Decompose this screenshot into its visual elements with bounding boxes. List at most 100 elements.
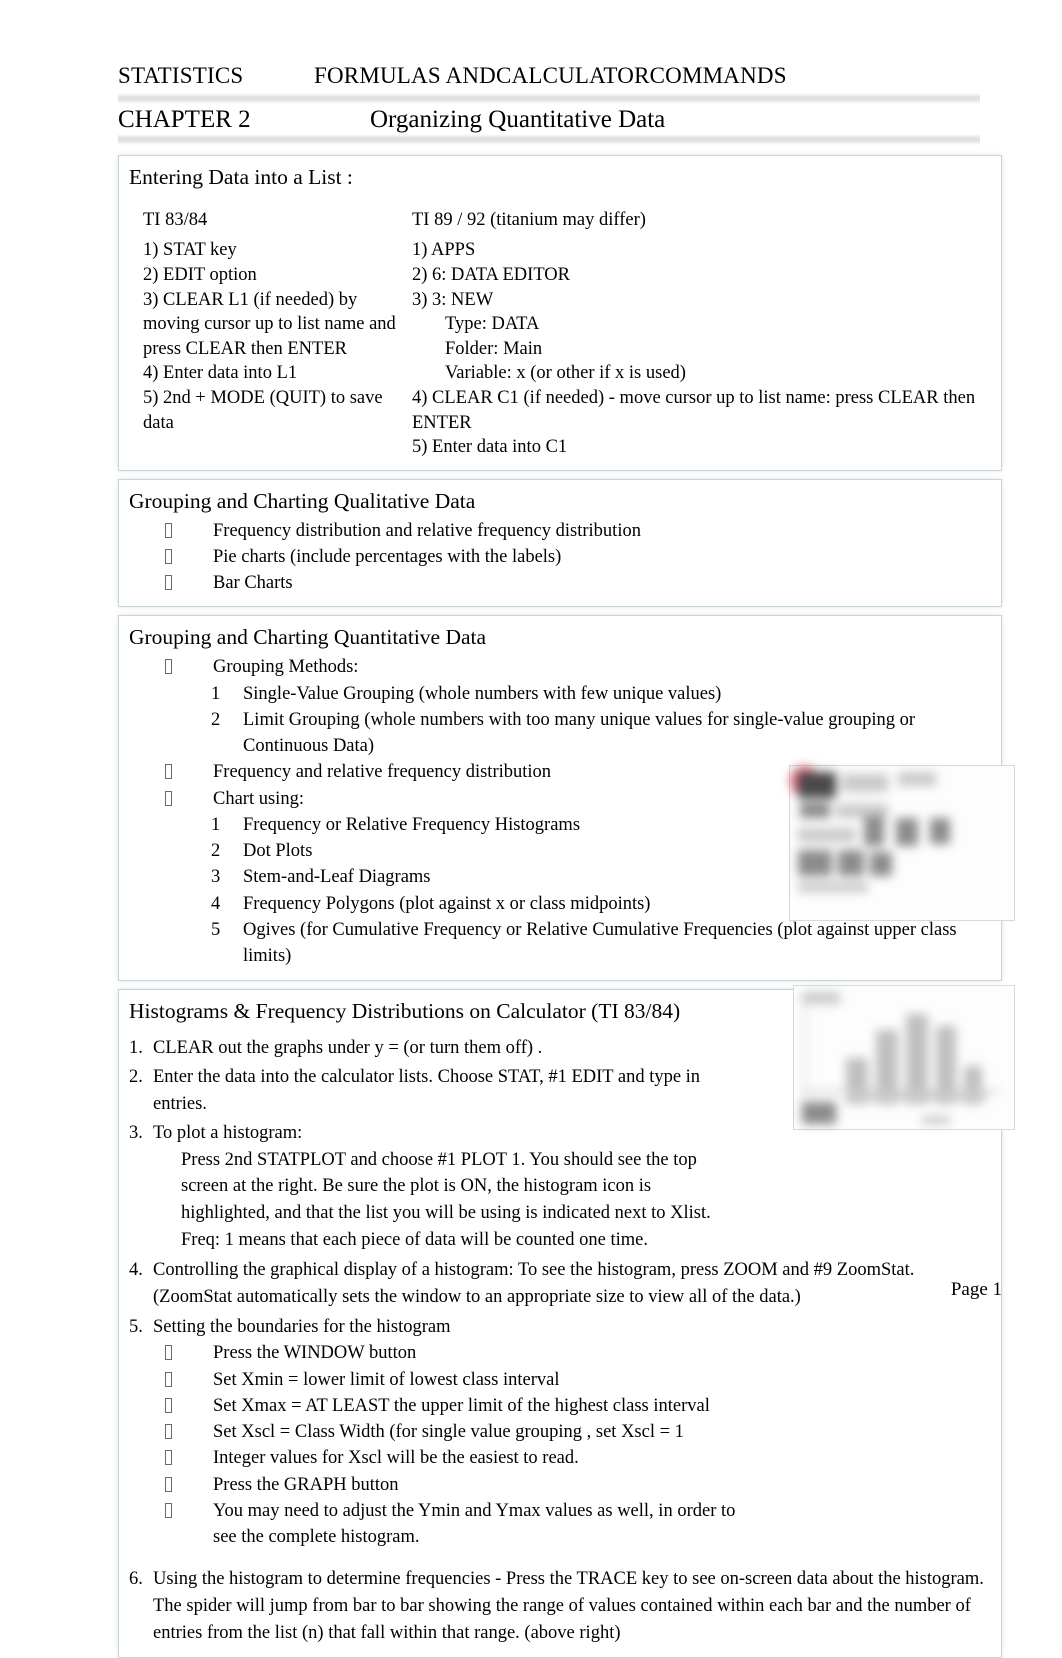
step-number: 2.: [129, 1067, 143, 1088]
list-item-label: Integer values for Xscl will be the easi…: [213, 1448, 579, 1469]
header-separator-bar-2: [118, 134, 980, 145]
step-text: Controlling the graphical display of a h…: [153, 1259, 915, 1307]
bullet-box-icon: [165, 570, 213, 596]
list-item-number: 2: [211, 841, 221, 862]
step-text: To plot a histogram:: [153, 1122, 303, 1143]
calculator-histogram-screenshot: [793, 985, 1015, 1130]
list-item-label: Dot Plots: [243, 841, 313, 862]
bullet-box-icon: [165, 786, 213, 812]
header-separator-bar-1: [118, 93, 980, 104]
table-row: 3) CLEAR L1 (if needed) by: [143, 289, 358, 310]
running-head-left: STATISTICS: [118, 63, 244, 88]
list-item-label: Frequency Polygons (plot against x or cl…: [243, 893, 651, 914]
step-number: 1.: [129, 1038, 143, 1059]
bullet-box-icon: [165, 1393, 213, 1419]
list-item-label: Ogives (for Cumulative Frequency or Rela…: [243, 920, 957, 967]
list-item: Integer values for Xscl will be the easi…: [129, 1445, 737, 1471]
table-row: 5) 2nd + MODE (QUIT) to save: [143, 388, 383, 409]
page-footer: Page 1: [950, 1279, 1002, 1300]
table-row: Type: DATA: [445, 314, 540, 335]
bullet-box-icon: [165, 544, 213, 570]
bullet-box-icon: [165, 1472, 213, 1498]
section-title-qualitative: Grouping and Charting Qualitative Data: [129, 488, 482, 520]
table-row: 5) Enter data into C1: [412, 437, 568, 458]
table-header-ti8992: TI 89 / 92 (titanium may differ): [412, 209, 646, 230]
list-item: You may need to adjust the Ymin and Ymax…: [129, 1498, 737, 1551]
list-item-label: Frequency or Relative Frequency Histogra…: [243, 814, 581, 835]
running-head-commands: COMMANDS: [649, 63, 787, 88]
list-item-label: Frequency and relative frequency distrib…: [213, 762, 552, 783]
step-text: Using the histogram to determine frequen…: [153, 1569, 984, 1644]
list-item: Set Xscl = Class Width (for single value…: [129, 1419, 737, 1445]
list-item-label: Frequency distribution and relative freq…: [213, 520, 641, 541]
bullet-box-icon: [165, 1340, 213, 1366]
list-item: Press the GRAPH button: [129, 1472, 737, 1498]
list-item-label: Set Xscl = Class Width (for single value…: [213, 1422, 684, 1443]
table-row: 4) Enter data into L1: [143, 363, 298, 384]
table-row: 1) STAT key: [143, 240, 237, 261]
bullet-box-icon: [165, 1367, 213, 1393]
list-item: 2 Limit Grouping (whole numbers with too…: [129, 707, 987, 760]
list-item-number: 1: [211, 814, 221, 835]
chapter-title: Organizing Quantitative Data: [370, 106, 666, 133]
list-item-number: 2: [211, 709, 221, 730]
step-text: Setting the boundaries for the histogram: [153, 1316, 451, 1337]
list-item-label: Stem-and-Leaf Diagrams: [243, 867, 431, 888]
table-row: 3) 3: NEW: [412, 289, 494, 310]
running-head-calculator: CALCULATOR: [495, 63, 650, 88]
list-item-label: Chart using:: [213, 788, 304, 809]
table-row: moving cursor up to list name and: [143, 314, 396, 335]
section-title-quantitative: Grouping and Charting Quantitative Data: [129, 624, 493, 657]
table-row: 1) APPS: [412, 240, 476, 261]
section-qualitative: Grouping and Charting Qualitative Data F…: [118, 478, 1002, 608]
table-column-ti8384: TI 83/84 1) STAT key 2) EDIT option 3) C…: [129, 208, 412, 460]
bullet-box-icon: [165, 1498, 213, 1551]
bullet-box-icon: [165, 654, 213, 680]
step-number: 5.: [129, 1316, 143, 1337]
list-item-number: 5: [211, 920, 221, 941]
bullet-box-icon: [165, 759, 213, 785]
list-item-label: Pie charts (include percentages with the…: [213, 546, 562, 567]
table-row: press CLEAR then ENTER: [143, 338, 347, 359]
list-item: Set Xmin = lower limit of lowest class i…: [129, 1367, 737, 1393]
bullet-box-icon: [165, 1419, 213, 1445]
table-row: 2) 6: DATA EDITOR: [412, 265, 570, 286]
chapter-line: CHAPTER 2 Organizing Quantitative Data: [118, 106, 1002, 134]
list-item: 1 Single-Value Grouping (whole numbers w…: [129, 681, 987, 707]
list-item: Grouping Methods:: [129, 654, 987, 680]
running-head-right: FORMULAS AND CALCULATOR COMMANDS: [314, 63, 787, 89]
step-number: 4.: [129, 1259, 143, 1280]
running-head-formulas: FORMULAS AND: [314, 63, 496, 88]
list-item: 5 Ogives (for Cumulative Frequency or Re…: [129, 917, 987, 970]
document-page: STATISTICS FORMULAS AND CALCULATOR COMMAND…: [0, 0, 1062, 1658]
list-item-label: Limit Grouping (whole numbers with too m…: [243, 709, 916, 757]
calculator-statplot-screenshot: [789, 765, 1015, 921]
bullet-box-icon: [165, 518, 213, 544]
list-item-label: Set Xmin = lower limit of lowest class i…: [213, 1369, 560, 1390]
list-item-label: Single-Value Grouping (whole numbers wit…: [243, 683, 722, 704]
grouping-methods-list: 1 Single-Value Grouping (whole numbers w…: [129, 681, 987, 760]
section-entering-data: Entering Data into a List : TI 83/84 1) …: [118, 155, 1002, 471]
section-title-entering-data: Entering Data into a List :: [129, 164, 359, 196]
list-item-label: Bar Charts: [213, 573, 293, 594]
list-item-label: You may need to adjust the Ymin and Ymax…: [213, 1500, 736, 1548]
bullet-box-icon: [165, 1445, 213, 1471]
running-head: STATISTICS FORMULAS AND CALCULATOR COMMAND…: [118, 63, 1002, 89]
table-row: 4) CLEAR C1 (if needed) - move cursor up…: [412, 388, 980, 433]
list-item-label: Grouping Methods:: [213, 657, 359, 678]
list-item-label: Press the GRAPH button: [213, 1474, 399, 1495]
step-5: 5. Setting the boundaries for the histog…: [129, 1314, 987, 1341]
step-number: 6.: [129, 1569, 143, 1590]
table-header-ti8384: TI 83/84: [143, 209, 208, 230]
section-title-histograms: Histograms & Frequency Distributions on …: [129, 998, 687, 1030]
list-item-number: 3: [211, 867, 221, 888]
list-item-number: 1: [211, 683, 221, 704]
step-4: 4. Controlling the graphical display of …: [129, 1257, 987, 1311]
table-row: data: [143, 412, 174, 433]
table-row: Folder: Main: [445, 338, 543, 359]
list-item: Set Xmax = AT LEAST the upper limit of t…: [129, 1393, 737, 1419]
table-row: 2) EDIT option: [143, 265, 257, 286]
quantitative-bullet-list: Grouping Methods:: [129, 654, 987, 680]
list-item: Pie charts (include percentages with the…: [129, 544, 987, 570]
list-item-number: 4: [211, 893, 221, 914]
